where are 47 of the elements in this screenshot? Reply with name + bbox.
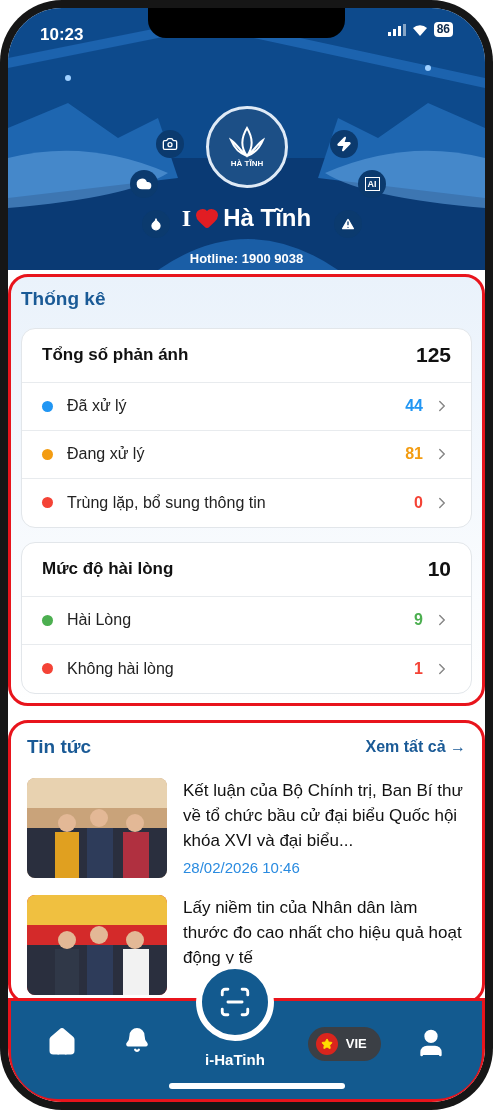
see-all-link[interactable]: Xem tất cả → [365, 735, 466, 760]
scan-icon [218, 985, 252, 1019]
lightning-icon [336, 136, 352, 152]
stat-row[interactable]: Không hài lòng 1 [22, 644, 471, 693]
stat-total: 125 [415, 342, 451, 369]
stat-value: 0 [414, 492, 423, 513]
heart-icon [195, 206, 220, 230]
stat-row[interactable]: Trùng lặp, bổ sung thông tin 0 [22, 478, 471, 527]
language-button[interactable]: VIE [307, 1027, 381, 1061]
home-icon [47, 1027, 78, 1057]
section-title: Thống kê [21, 287, 107, 311]
scan-label: i-HaTinh [205, 1050, 265, 1070]
lotus-icon [227, 126, 267, 160]
emblem-caption: HÀ TĨNH [230, 160, 264, 168]
stat-value: 44 [405, 396, 423, 416]
stat-label: Không hài lòng [67, 658, 175, 679]
stat-label: Hài Lòng [67, 610, 133, 630]
water-drop-icon [149, 217, 163, 231]
status-time: 10:23 [40, 24, 84, 46]
camera-icon [162, 136, 178, 152]
cloud-icon [136, 176, 152, 192]
stat-label: Đang xử lý [67, 444, 146, 464]
news-date: 28/02/2026 10:46 [183, 857, 301, 878]
ai-badge: AI [364, 177, 380, 191]
news-title: Kết luận của Bộ Chính trị, Ban Bí thư về tổ chức bầu cử đại biểu Quốc hội khóa XVI và đại biểu... [183, 779, 464, 852]
stat-label: Trùng lặp, bổ sung thông tin [67, 492, 267, 513]
stat-value: 1 [414, 658, 423, 679]
warning-icon [340, 216, 356, 232]
stat-card-title: Mức độ hài lòng [42, 558, 174, 581]
stat-total: 10 [427, 556, 451, 583]
bell-icon [124, 1027, 151, 1053]
stat-label: Đã xử lý [67, 396, 128, 416]
wifi-icon [411, 23, 428, 36]
news-item[interactable]: Kết luận của Bộ Chính trị, Ban Bí thư về tổ chức bầu cử đại biểu Quốc hội khóa XVI và đại biểu... 28/02/2026 10:46 [27, 777, 466, 879]
flag-icon [315, 1033, 338, 1055]
stat-row[interactable]: Đã xử lý 44 [22, 382, 471, 431]
stat-row[interactable]: Đang xử lý 81 [22, 430, 471, 479]
section-title: Tin tức [27, 735, 92, 759]
hotline: Hotline: 1900 9038 [189, 249, 304, 268]
language-label: VIE [345, 1035, 367, 1054]
slogan-end: Hà Tĩnh [223, 203, 312, 233]
stat-value: 9 [414, 610, 423, 630]
stat-row[interactable]: Hài Lòng 9 [22, 596, 471, 645]
stat-card-title: Tổng số phản ánh [42, 344, 189, 367]
signal-icon [387, 23, 406, 36]
slogan-start: I [181, 204, 192, 233]
stat-value: 81 [405, 444, 423, 464]
